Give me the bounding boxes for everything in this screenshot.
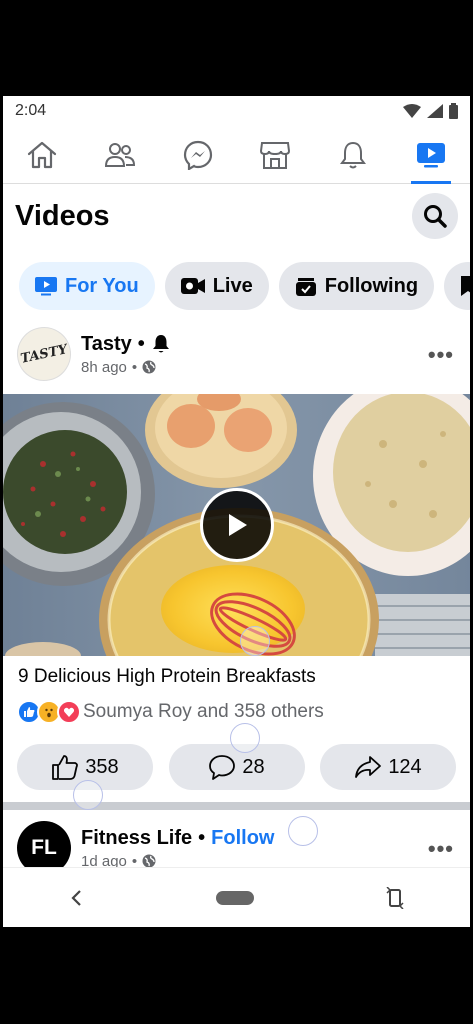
post-time: 8h ago	[81, 358, 127, 376]
follow-button[interactable]: Follow	[211, 827, 274, 850]
nav-messenger[interactable]	[170, 131, 226, 179]
post-time-line: 8h ago •	[81, 359, 171, 376]
video-icon	[417, 142, 446, 167]
touch-indicator	[73, 780, 103, 810]
home-pill[interactable]	[216, 890, 255, 905]
nav-home[interactable]	[14, 131, 70, 179]
share-count: 124	[388, 755, 422, 778]
post-meta: Fitness Life • Follow 1d ago •	[81, 827, 274, 870]
filter-chips: For You Live Following	[3, 248, 470, 324]
avatar-text: TASTY	[19, 341, 69, 367]
battery-icon	[449, 103, 458, 119]
share-icon	[355, 756, 382, 778]
chip-following[interactable]: Following	[278, 262, 435, 310]
page-header: Videos	[3, 184, 470, 248]
avatar-text: FL	[31, 836, 57, 859]
home-icon	[27, 141, 57, 168]
chip-label: Following	[324, 274, 419, 297]
chip-label: For You	[65, 274, 139, 297]
app-screen: 2:04 Videos For You Live Following TASTY…	[3, 96, 470, 927]
saved-icon	[461, 276, 470, 296]
status-time: 2:04	[15, 102, 47, 119]
play-button[interactable]	[200, 488, 274, 562]
page-name[interactable]: Fitness Life	[81, 827, 192, 850]
search-icon	[424, 205, 447, 228]
nav-notifications[interactable]	[325, 131, 381, 179]
rotate-icon[interactable]	[386, 886, 404, 909]
signal-icon	[427, 104, 443, 118]
chip-saved[interactable]	[444, 262, 470, 310]
separator-dot: •	[137, 332, 145, 355]
touch-indicator	[240, 626, 270, 656]
more-options-button[interactable]: •••	[428, 342, 454, 368]
comment-icon	[209, 755, 236, 780]
touch-indicator	[288, 816, 318, 846]
bell-icon	[340, 141, 367, 168]
status-icons	[403, 103, 458, 119]
messenger-icon	[183, 140, 212, 170]
bell-icon[interactable]	[151, 334, 171, 354]
page-title: Videos	[15, 199, 110, 232]
nav-videos[interactable]	[403, 131, 459, 184]
following-icon	[295, 278, 316, 296]
back-icon[interactable]	[69, 888, 85, 908]
chip-label: Live	[212, 274, 253, 297]
page-name[interactable]: Tasty	[81, 333, 132, 356]
love-reaction-icon	[57, 700, 81, 724]
post-name-line: Fitness Life • Follow	[81, 827, 274, 850]
live-camera-icon	[180, 278, 205, 294]
play-icon	[229, 514, 247, 536]
share-button[interactable]: 124	[320, 744, 456, 790]
globe-icon	[142, 360, 156, 374]
marketplace-icon	[260, 141, 291, 169]
system-nav-bar	[3, 867, 470, 927]
video-caption[interactable]: 9 Delicious High Protein Breakfasts	[3, 656, 470, 692]
status-bar: 2:04	[3, 96, 470, 126]
nav-friends[interactable]	[92, 131, 148, 179]
wifi-icon	[403, 104, 421, 118]
page-avatar[interactable]: TASTY	[11, 321, 77, 387]
comment-count: 28	[242, 755, 265, 778]
like-count: 358	[85, 755, 119, 778]
chip-for-you[interactable]: For You	[19, 262, 155, 310]
more-options-button[interactable]: •••	[428, 836, 454, 862]
reaction-icons	[17, 700, 81, 724]
nav-marketplace[interactable]	[247, 131, 303, 179]
post-meta: Tasty • 8h ago •	[81, 333, 171, 376]
post-divider	[3, 802, 470, 810]
post-name-line: Tasty •	[81, 333, 171, 356]
post-header: TASTY Tasty • 8h ago • •••	[3, 321, 470, 387]
top-nav-bar	[3, 126, 470, 184]
separator-dot: •	[198, 826, 206, 849]
video-play-icon	[35, 277, 57, 296]
separator-dot: •	[131, 358, 138, 376]
video-player[interactable]	[3, 394, 470, 656]
friends-icon	[104, 142, 135, 167]
globe-icon	[142, 854, 156, 868]
touch-indicator	[230, 723, 260, 753]
search-button[interactable]	[412, 193, 458, 239]
reactions-text[interactable]: Soumya Roy and 358 others	[83, 701, 324, 723]
chip-live[interactable]: Live	[164, 262, 269, 310]
thumbs-up-icon	[52, 755, 79, 780]
